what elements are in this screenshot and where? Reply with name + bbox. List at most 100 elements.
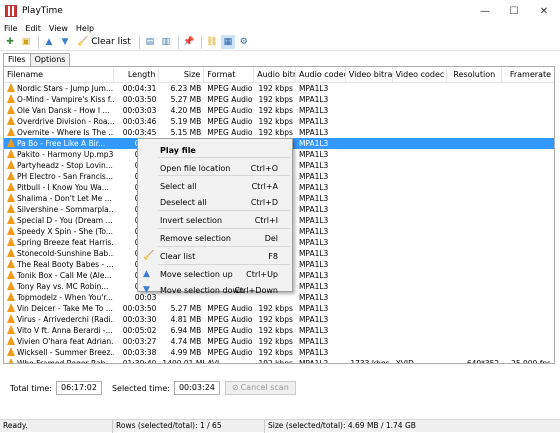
settings-icon[interactable]: ⚙ <box>237 35 251 49</box>
export-icon[interactable]: ▤ <box>143 35 157 49</box>
cell-text: 5.27 MB <box>170 304 202 313</box>
cell-filename: Who Framed Roger Rab... <box>4 358 114 363</box>
table-cell: MPA1L3 <box>296 116 346 127</box>
cell-text: Silvershine - Sommarpla... <box>17 205 114 214</box>
tab-options[interactable]: Options <box>29 53 71 66</box>
add-folder-icon[interactable]: ▣ <box>19 35 33 49</box>
add-files-icon[interactable]: ✚ <box>3 35 17 49</box>
table-cell <box>346 248 393 259</box>
col-framerate[interactable]: Framerate <box>502 67 554 83</box>
col-length[interactable]: Length <box>114 67 160 83</box>
table-cell: 192 kbps <box>254 116 296 127</box>
tab-files[interactable]: Files <box>3 53 31 67</box>
col-resolution[interactable]: Resolution <box>447 67 503 83</box>
menu-item-clear-list[interactable]: 🧹 Clear list F8 <box>138 248 292 264</box>
table-cell <box>502 270 554 281</box>
menu-item-open-file-location[interactable]: Open file location Ctrl+O <box>138 160 292 176</box>
table-cell <box>393 193 448 204</box>
menu-file[interactable]: File <box>0 24 21 33</box>
title-bar: PlayTime — ☐ ✕ <box>0 0 560 22</box>
col-video-codec[interactable]: Video codec <box>393 67 448 83</box>
table-row[interactable]: O-Mind - Vampire's Kiss f... 00:03:50 5.27… <box>4 94 554 105</box>
cell-text: 4.20 MB <box>170 106 202 115</box>
pin-icon[interactable]: 📌 <box>182 35 196 49</box>
table-cell <box>346 314 393 325</box>
menu-item-remove-selection[interactable]: Remove selection Del <box>138 230 292 246</box>
col-audio-codec[interactable]: Audio codec <box>296 67 346 83</box>
menu-separator <box>158 246 290 247</box>
table-cell: MPEG Audio <box>204 105 254 116</box>
menu-item-move-selection-down[interactable]: ▼ Move selection down Ctrl+Down <box>138 282 292 298</box>
cell-filename: Stonecold-Sunshine Bab... <box>4 248 114 259</box>
table-cell <box>502 248 554 259</box>
col-video-bitrate[interactable]: Video bitrate <box>346 67 393 83</box>
table-cell: 00:03:38 <box>114 347 160 358</box>
menu-item-invert-selection[interactable]: Invert selection Ctrl+I <box>138 212 292 228</box>
col-format[interactable]: Format <box>204 67 255 83</box>
table-row[interactable]: Wicksell - Summer Breez... 00:03:38 4.99 M… <box>4 347 554 358</box>
table-cell: 192 kbps <box>254 83 296 94</box>
table-row[interactable]: Overdrive Division - Roa... 00:03:46 5.19 … <box>4 116 554 127</box>
table-cell <box>346 127 393 138</box>
table-cell <box>502 314 554 325</box>
table-row[interactable]: Vin Deicer - Take Me To ... 00:03:50 5.27 … <box>4 303 554 314</box>
table-cell: 6.23 MB <box>159 83 204 94</box>
copy-icon[interactable]: ▥ <box>159 35 173 49</box>
minimize-button[interactable]: — <box>471 0 499 22</box>
col-audio-bitrate[interactable]: Audio bitr... <box>254 67 296 83</box>
table-row[interactable]: Vito V ft. Anna Berardi -... 00:05:02 6.94… <box>4 325 554 336</box>
menu-item-play-file[interactable]: Play file <box>138 142 292 158</box>
table-cell <box>393 215 448 226</box>
menu-help[interactable]: Help <box>72 24 98 33</box>
cell-text: MPA1L3 <box>298 348 329 357</box>
link-icon[interactable]: ⛓ <box>205 35 219 49</box>
move-up-icon[interactable]: ▲ <box>42 35 56 49</box>
table-row[interactable]: Ole Van Dansk - How I ... 00:03:03 4.20 MB… <box>4 105 554 116</box>
close-button[interactable]: ✕ <box>530 0 558 22</box>
table-row[interactable]: Nordic Stars - Jump Jum... 00:04:31 6.23 M… <box>4 83 554 94</box>
maximize-button[interactable]: ☐ <box>500 0 528 22</box>
table-row[interactable]: Virus - Arrivederchi (Radi... 00:03:30 4.8… <box>4 314 554 325</box>
table-cell <box>502 171 554 182</box>
table-cell <box>393 149 448 160</box>
cancel-scan-button[interactable]: ⊘ Cancel scan <box>224 381 296 395</box>
vlc-cone-icon <box>7 149 15 158</box>
table-row[interactable]: Vivien O'hara feat Adrian... 00:03:27 4.74… <box>4 336 554 347</box>
cell-filename: Pa Bo - Free Like A Bir... <box>4 138 114 149</box>
save-icon[interactable]: ▦ <box>220 35 235 49</box>
menu-item-label: Clear list <box>160 251 196 261</box>
table-cell: 192 kbps <box>254 325 296 336</box>
col-filename[interactable]: Filename <box>4 67 114 83</box>
table-cell <box>346 347 393 358</box>
cell-text: MPEG Audio <box>207 304 253 313</box>
status-rows: Rows (selected/total): 1 / 65 <box>112 420 264 433</box>
menu-item-label: Remove selection <box>160 233 231 243</box>
table-cell <box>502 204 554 215</box>
menu-item-select-all[interactable]: Select all Ctrl+A <box>138 178 292 194</box>
cell-text: MPEG Audio <box>207 315 253 324</box>
table-cell <box>447 182 502 193</box>
move-down-icon[interactable]: ▼ <box>58 35 72 49</box>
table-cell <box>346 171 393 182</box>
menu-view[interactable]: View <box>45 24 72 33</box>
vlc-cone-icon <box>7 237 15 246</box>
cell-text: 192 kbps <box>258 337 293 346</box>
table-cell: MPA1L3 <box>296 138 346 149</box>
status-bar: Ready. Rows (selected/total): 1 / 65 Siz… <box>0 419 560 433</box>
menu-edit[interactable]: Edit <box>21 24 45 33</box>
clear-list-button[interactable]: 🧹 Clear list <box>74 35 134 49</box>
table-row[interactable]: Overnite - Where Is The ... 00:03:45 5.15 … <box>4 127 554 138</box>
table-cell: 4.81 MB <box>159 314 204 325</box>
table-cell <box>346 94 393 105</box>
table-cell <box>502 149 554 160</box>
menu-item-label: Move selection down <box>160 285 245 295</box>
menu-item-deselect-all[interactable]: Deselect all Ctrl+D <box>138 194 292 210</box>
cell-text: MPA1L3 <box>298 260 329 269</box>
table-row[interactable]: Who Framed Roger Rab... 01:39:40 1400.01 M… <box>4 358 554 363</box>
vlc-cone-icon <box>7 303 15 312</box>
menu-item-move-selection-up[interactable]: ▲ Move selection up Ctrl+Up <box>138 266 292 282</box>
col-size[interactable]: Size <box>159 67 205 83</box>
cell-filename: Tony Ray vs. MC Robin... <box>4 281 114 292</box>
cell-text: 00:03:27 <box>122 337 157 346</box>
cell-text: Topmodelz - When You'r... <box>17 293 113 302</box>
